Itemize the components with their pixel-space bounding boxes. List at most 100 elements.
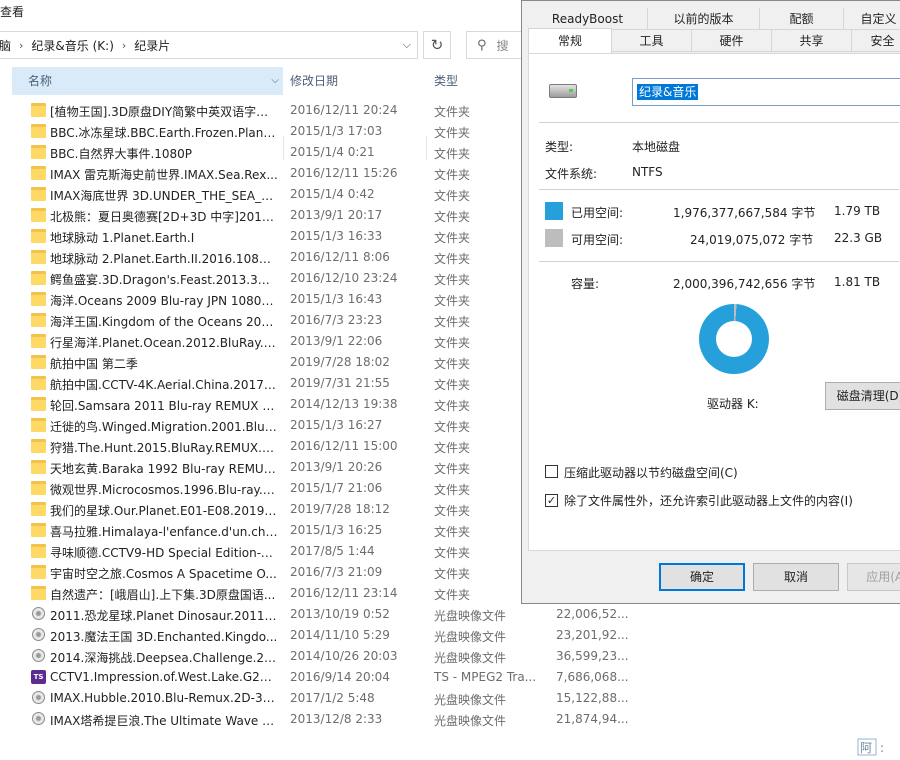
menu-view[interactable]: 查看 bbox=[0, 3, 24, 20]
compress-checkbox[interactable] bbox=[545, 465, 558, 478]
chevron-down-icon[interactable]: ⌵ bbox=[271, 67, 279, 95]
file-row[interactable]: IMAX塔希提巨浪.The Ultimate Wave T... 2013/12/… bbox=[0, 709, 629, 730]
file-row[interactable]: BBC.自然界大事件.1080P 2015/1/4 0:21 文件夹 bbox=[0, 142, 522, 163]
address-bar[interactable]: 脑 › 纪录&音乐 (K:) › 纪录片 ⌵ bbox=[0, 31, 418, 59]
file-type: 文件夹 bbox=[434, 210, 471, 224]
file-name: 2013.魔法王国 3D.Enchanted.Kingdo... bbox=[50, 630, 278, 644]
file-row[interactable]: 2011.恐龙星球.Planet Dinosaur.2011.B... 2013/… bbox=[0, 604, 629, 625]
apply-button[interactable]: 应用(A) bbox=[847, 563, 900, 591]
tab-hardware[interactable]: 硬件 bbox=[692, 30, 772, 52]
file-row[interactable]: 海洋.Oceans 2009 Blu-ray JPN 1080p ... 2015… bbox=[0, 289, 522, 310]
file-name: 行星海洋.Planet.Ocean.2012.BluRay.10... bbox=[50, 336, 278, 350]
column-name[interactable]: 名称 ⌵ bbox=[12, 67, 283, 95]
free-space-bytes: 24,019,075,072 字节 bbox=[690, 233, 814, 247]
volume-name-input[interactable]: 纪录&音乐 bbox=[632, 78, 900, 106]
cancel-button[interactable]: 取消 bbox=[753, 563, 839, 591]
tab-previous-versions[interactable]: 以前的版本 bbox=[648, 8, 760, 30]
file-type: 光盘映像文件 bbox=[434, 609, 507, 623]
tab-readyboost[interactable]: ReadyBoost bbox=[528, 8, 648, 30]
used-space-swatch bbox=[545, 202, 563, 220]
file-date: 2015/1/3 16:43 bbox=[290, 292, 383, 306]
file-row[interactable]: IMAX.Hubble.2010.Blu-Remux.2D-3D.... 2017… bbox=[0, 688, 629, 709]
breadcrumb-drive[interactable]: 纪录&音乐 (K:) bbox=[31, 37, 113, 54]
capacity-bytes: 2,000,396,742,656 字节 bbox=[673, 277, 816, 291]
tab-general[interactable]: 常规 bbox=[528, 28, 612, 53]
file-row[interactable]: 行星海洋.Planet.Ocean.2012.BluRay.10... 2013/… bbox=[0, 331, 522, 352]
file-date: 2019/7/31 21:55 bbox=[290, 376, 390, 390]
tab-row-bottom: 常规 工具 硬件 共享 安全 bbox=[528, 28, 900, 53]
column-type[interactable]: 类型 bbox=[434, 67, 458, 95]
tab-customize[interactable]: 自定义 bbox=[844, 8, 900, 30]
file-row[interactable]: [植物王国].3D原盘DIY简繁中英双语字幕... 2016/12/11 20:2… bbox=[0, 100, 522, 121]
file-type: 光盘映像文件 bbox=[434, 630, 507, 644]
file-row[interactable]: 迁徙的鸟.Winged.Migration.2001.Blu-... 2015/1… bbox=[0, 415, 522, 436]
index-label: 除了文件属性外，还允许索引此驱动器上文件的内容(I) bbox=[564, 494, 853, 508]
file-date: 2014/12/13 19:38 bbox=[290, 397, 398, 411]
folder-icon bbox=[31, 586, 46, 600]
file-row[interactable]: 寻味顺德.CCTV9-HD Special Edition-A... 2017/8… bbox=[0, 541, 522, 562]
column-date[interactable]: 修改日期 bbox=[290, 67, 338, 95]
tab-security[interactable]: 安全 bbox=[852, 30, 900, 52]
breadcrumb-folder[interactable]: 纪录片 bbox=[134, 37, 170, 54]
file-row[interactable]: 天地玄黄.Baraka 1992 Blu-ray REMUX... 2013/9/… bbox=[0, 457, 522, 478]
file-row[interactable]: 北极熊：夏日奥德赛[2D+3D 中字]2012... 2013/9/1 20:17… bbox=[0, 205, 522, 226]
file-row[interactable]: 2013.魔法王国 3D.Enchanted.Kingdo... 2014/11/… bbox=[0, 625, 629, 646]
file-date: 2015/1/3 17:03 bbox=[290, 124, 383, 138]
file-type: 文件夹 bbox=[434, 378, 471, 392]
file-row[interactable]: 宇宙时空之旅.Cosmos A Spacetime O... 2016/7/3 2… bbox=[0, 562, 522, 583]
index-checkbox[interactable]: ✓ bbox=[545, 494, 558, 507]
file-row[interactable]: IMAX 雷克斯海史前世界.IMAX.Sea.Rex... 2016/12/11 … bbox=[0, 163, 522, 184]
file-type: 文件夹 bbox=[434, 294, 471, 308]
file-row[interactable]: TS CCTV1.Impression.of.West.Lake.G20.... 2… bbox=[0, 667, 629, 688]
video-ts-icon: TS bbox=[31, 670, 46, 684]
type-value: 本地磁盘 bbox=[632, 140, 681, 154]
usage-donut-chart bbox=[699, 304, 769, 374]
file-name: IMAX海底世界 3D.UNDER_THE_SEA_3... bbox=[50, 189, 278, 203]
file-date: 2015/1/4 0:42 bbox=[290, 187, 375, 201]
tab-quota[interactable]: 配额 bbox=[760, 8, 844, 30]
folder-icon bbox=[31, 250, 46, 264]
disk-cleanup-button[interactable]: 磁盘清理(D) bbox=[825, 382, 900, 410]
file-name: 我们的星球.Our.Planet.E01-E08.2019.1... bbox=[50, 504, 278, 518]
file-row[interactable]: 轮回.Samsara 2011 Blu-ray REMUX 1... 2014/1… bbox=[0, 394, 522, 415]
file-row[interactable]: 我们的星球.Our.Planet.E01-E08.2019.1... 2019/7… bbox=[0, 499, 522, 520]
folder-icon bbox=[31, 334, 46, 348]
chevron-right-icon[interactable]: › bbox=[122, 39, 126, 52]
file-row[interactable]: IMAX海底世界 3D.UNDER_THE_SEA_3... 2015/1/4 0… bbox=[0, 184, 522, 205]
file-row[interactable]: 狩猎.The.Hunt.2015.BluRay.REMUX.10... 2016/… bbox=[0, 436, 522, 457]
file-name: 喜马拉雅.Himalaya-l'enfance.d'un.chef... bbox=[50, 525, 278, 539]
folder-icon bbox=[31, 208, 46, 222]
capacity-label: 容量: bbox=[571, 277, 600, 291]
refresh-button[interactable]: ↻ bbox=[423, 31, 451, 59]
file-date: 2015/1/3 16:27 bbox=[290, 418, 383, 432]
file-date: 2016/12/11 23:14 bbox=[290, 586, 398, 600]
file-row[interactable]: 地球脉动 2.Planet.Earth.II.2016.1080p... 2016… bbox=[0, 247, 522, 268]
file-name: 迁徙的鸟.Winged.Migration.2001.Blu-... bbox=[50, 420, 278, 434]
file-date: 2013/9/1 22:06 bbox=[290, 334, 383, 348]
file-row[interactable]: 航拍中国.CCTV-4K.Aerial.China.2017.C... 2019/… bbox=[0, 373, 522, 394]
chevron-right-icon[interactable]: › bbox=[19, 39, 23, 52]
used-space-label: 已用空间: bbox=[571, 206, 624, 220]
folder-icon bbox=[31, 481, 46, 495]
file-row[interactable]: 自然遗产：[峨眉山].上下集.3D原盘国语... 2016/12/11 23:14… bbox=[0, 583, 522, 604]
file-row[interactable]: 2014.深海挑战.Deepsea.Challenge.201... 2014/1… bbox=[0, 646, 629, 667]
file-row[interactable]: 鳄鱼盛宴.3D.Dragon's.Feast.2013.3D.B... 2016/… bbox=[0, 268, 522, 289]
folder-icon bbox=[31, 292, 46, 306]
divider bbox=[539, 122, 899, 123]
file-type: 文件夹 bbox=[434, 105, 471, 119]
file-row[interactable]: 航拍中国 第二季 2019/7/28 18:02 文件夹 bbox=[0, 352, 522, 373]
file-size: 7,686,068... bbox=[556, 670, 629, 684]
chevron-down-icon[interactable]: ⌵ bbox=[403, 38, 411, 52]
file-row[interactable]: 地球脉动 1.Planet.Earth.I 2015/1/3 16:33 文件夹 bbox=[0, 226, 522, 247]
file-row[interactable]: 海洋王国.Kingdom of the Oceans 201... 2016/7/… bbox=[0, 310, 522, 331]
ok-button[interactable]: 确定 bbox=[659, 563, 745, 591]
file-type: 光盘映像文件 bbox=[434, 693, 507, 707]
file-row[interactable]: BBC.冰冻星球.BBC.Earth.Frozen.Planet... 2015/… bbox=[0, 121, 522, 142]
file-date: 2015/1/7 21:06 bbox=[290, 481, 383, 495]
file-name: 狩猎.The.Hunt.2015.BluRay.REMUX.10... bbox=[50, 441, 278, 455]
file-row[interactable]: 喜马拉雅.Himalaya-l'enfance.d'un.chef... 2015… bbox=[0, 520, 522, 541]
breadcrumb-this-pc[interactable]: 脑 bbox=[0, 37, 11, 54]
file-row[interactable]: 微观世界.Microcosmos.1996.Blu-ray.1... 2015/1… bbox=[0, 478, 522, 499]
tab-sharing[interactable]: 共享 bbox=[772, 30, 852, 52]
tab-tools[interactable]: 工具 bbox=[612, 30, 692, 52]
